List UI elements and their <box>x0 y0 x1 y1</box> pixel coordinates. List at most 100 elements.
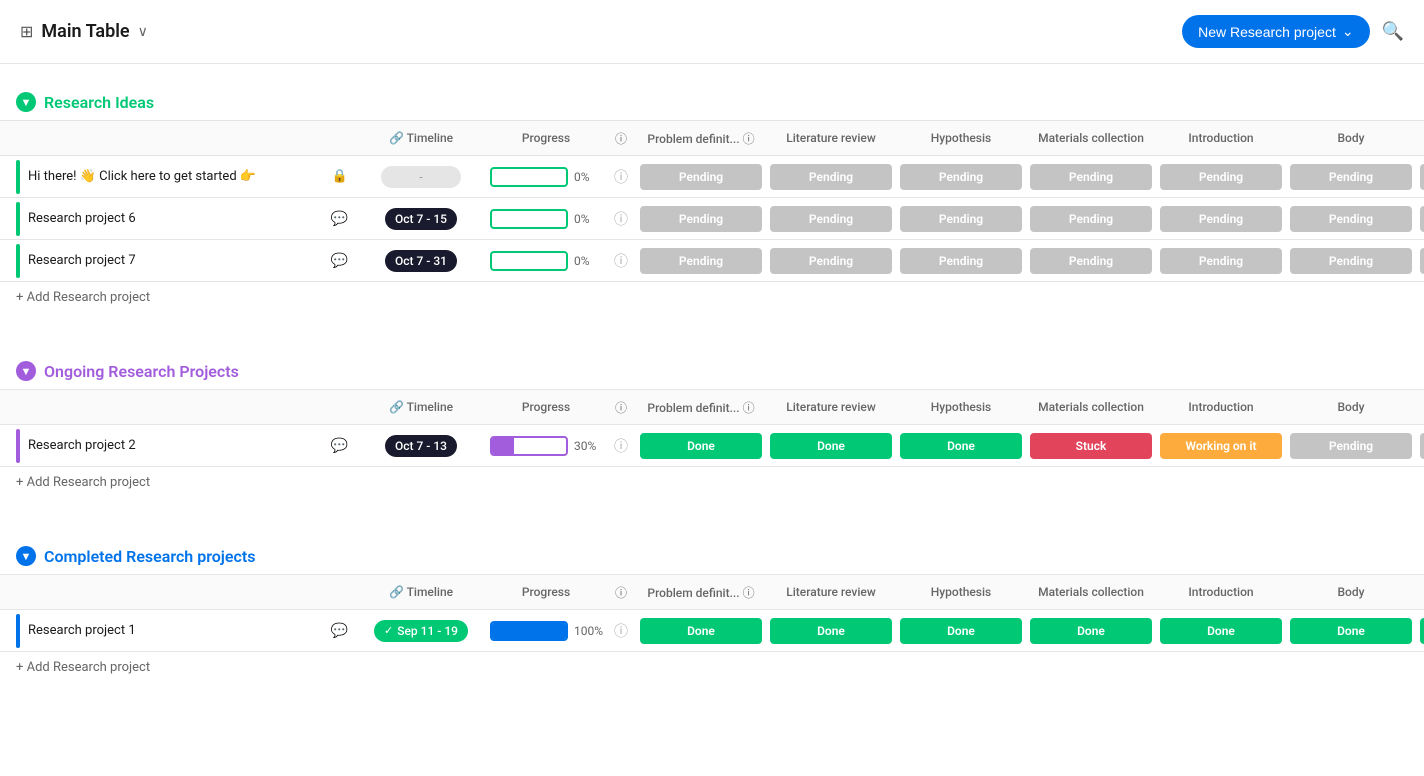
info-icon-rp7[interactable]: ⓘ <box>614 251 628 271</box>
status-cell-rp6-1[interactable]: Pending <box>766 204 896 234</box>
col-header-7: Materials collection <box>1026 579 1156 605</box>
status-cell-hi-there-6[interactable]: Pending <box>1416 162 1424 192</box>
add-row-research-ideas[interactable]: + Add Research project <box>0 282 1424 313</box>
group-indicator-ongoing[interactable]: ▼ <box>16 361 36 381</box>
row-name-text-rp6[interactable]: Research project 6 <box>28 211 323 226</box>
add-row-ongoing[interactable]: + Add Research project <box>0 467 1424 498</box>
new-research-project-button[interactable]: New Research project ⌄ <box>1182 15 1369 48</box>
status-cell-rp6-6[interactable]: Pending <box>1416 204 1424 234</box>
col-header-3: ⓘ <box>606 393 636 422</box>
add-row-completed[interactable]: + Add Research project <box>0 652 1424 683</box>
status-badge-rp2-3: Stuck <box>1030 433 1152 459</box>
table-row-rp1: Research project 1💬✓ Sep 11 - 19100%ⓘDon… <box>0 610 1424 652</box>
search-icon[interactable]: 🔍 <box>1382 21 1404 42</box>
status-badge-rp1-1: Done <box>770 618 892 644</box>
row-name-text-hi-there[interactable]: Hi there! 👋 Click here to get started 👉 <box>28 169 324 184</box>
status-badge-hi-there-6: Pending <box>1420 164 1424 190</box>
row-name-cell-rp2: Research project 2 💬 <box>16 429 356 463</box>
col-header-2: Progress <box>486 394 606 420</box>
group-section-completed: ▼Completed Research projects🔗 TimelinePr… <box>0 538 1424 683</box>
group-indicator-completed[interactable]: ▼ <box>16 546 36 566</box>
table-row-rp2: Research project 2💬Oct 7 - 1330%ⓘDoneDon… <box>0 425 1424 467</box>
status-badge-rp7-5: Pending <box>1290 248 1412 274</box>
info-icon-cell-rp7: ⓘ <box>606 251 636 271</box>
col-header-9: Body <box>1286 394 1416 420</box>
header-chevron-icon[interactable]: ∨ <box>138 24 148 40</box>
timeline-cell-rp7[interactable]: Oct 7 - 31 <box>356 250 486 272</box>
col-header-10: Conclusions <box>1416 579 1424 605</box>
status-cell-rp1-5[interactable]: Done <box>1286 616 1416 646</box>
col-headers-research-ideas: 🔗 TimelineProgressⓘProblem definit... ⓘL… <box>0 120 1424 156</box>
row-comment-icon-rp7[interactable]: 💬 <box>331 253 348 269</box>
row-name-text-rp7[interactable]: Research project 7 <box>28 253 323 268</box>
info-icon-hi-there[interactable]: ⓘ <box>614 167 628 187</box>
info-icon-rp6[interactable]: ⓘ <box>614 209 628 229</box>
status-badge-hi-there-5: Pending <box>1290 164 1412 190</box>
row-color-bar-rp2 <box>16 429 20 463</box>
row-info-icon-hi-there[interactable]: 🔒 <box>332 169 348 184</box>
group-indicator-research-ideas[interactable]: ▼ <box>16 92 36 112</box>
status-cell-hi-there-2[interactable]: Pending <box>896 162 1026 192</box>
info-icon-rp2[interactable]: ⓘ <box>614 436 628 456</box>
status-cell-rp6-4[interactable]: Pending <box>1156 204 1286 234</box>
row-comment-icon-rp6[interactable]: 💬 <box>331 211 348 227</box>
timeline-cell-rp6[interactable]: Oct 7 - 15 <box>356 208 486 230</box>
status-cell-rp1-2[interactable]: Done <box>896 616 1026 646</box>
status-cell-rp1-3[interactable]: Done <box>1026 616 1156 646</box>
status-badge-rp6-1: Pending <box>770 206 892 232</box>
status-cell-rp7-3[interactable]: Pending <box>1026 246 1156 276</box>
col-header-3: ⓘ <box>606 578 636 607</box>
status-cell-rp7-4[interactable]: Pending <box>1156 246 1286 276</box>
status-cell-rp2-6[interactable]: Pending <box>1416 431 1424 461</box>
progress-cell-rp6: 0% <box>486 209 606 229</box>
timeline-cell-rp2[interactable]: Oct 7 - 13 <box>356 435 486 457</box>
timeline-cell-rp1[interactable]: ✓ Sep 11 - 19 <box>356 620 486 642</box>
progress-bar-wrap-rp2 <box>490 436 568 456</box>
status-cell-rp1-1[interactable]: Done <box>766 616 896 646</box>
status-cell-hi-there-0[interactable]: Pending <box>636 162 766 192</box>
status-cell-hi-there-1[interactable]: Pending <box>766 162 896 192</box>
status-badge-rp6-6: Pending <box>1420 206 1424 232</box>
status-cell-rp7-2[interactable]: Pending <box>896 246 1026 276</box>
status-cell-rp1-4[interactable]: Done <box>1156 616 1286 646</box>
timeline-badge-rp2: Oct 7 - 13 <box>385 435 457 457</box>
status-cell-rp6-3[interactable]: Pending <box>1026 204 1156 234</box>
status-cell-rp2-3[interactable]: Stuck <box>1026 431 1156 461</box>
status-cell-rp7-6[interactable]: Pending <box>1416 246 1424 276</box>
group-section-research-ideas: ▼ Research Ideas 🔗 TimelineProgressⓘProble… <box>0 84 1424 313</box>
status-cell-rp2-2[interactable]: Done <box>896 431 1026 461</box>
status-cell-rp7-5[interactable]: Pending <box>1286 246 1416 276</box>
progress-pct-rp2: 30% <box>574 439 602 453</box>
status-cell-rp2-0[interactable]: Done <box>636 431 766 461</box>
row-name-text-rp1[interactable]: Research project 1 <box>28 623 323 638</box>
status-cell-rp2-1[interactable]: Done <box>766 431 896 461</box>
status-cell-rp6-5[interactable]: Pending <box>1286 204 1416 234</box>
col-header-5: Literature review <box>766 579 896 605</box>
status-cell-rp1-0[interactable]: Done <box>636 616 766 646</box>
header-left: ⊞ Main Table ∨ <box>20 21 148 42</box>
status-badge-hi-there-0: Pending <box>640 164 762 190</box>
status-badge-rp7-2: Pending <box>900 248 1022 274</box>
col-header-1: 🔗 Timeline <box>356 579 486 605</box>
status-badge-rp2-2: Done <box>900 433 1022 459</box>
timeline-cell-hi-there[interactable]: - <box>356 166 486 188</box>
status-cell-hi-there-3[interactable]: Pending <box>1026 162 1156 192</box>
status-cell-rp6-0[interactable]: Pending <box>636 204 766 234</box>
status-cell-hi-there-4[interactable]: Pending <box>1156 162 1286 192</box>
row-comment-icon-rp1[interactable]: 💬 <box>331 623 348 639</box>
row-color-bar-rp7 <box>16 244 20 278</box>
status-cell-rp7-1[interactable]: Pending <box>766 246 896 276</box>
status-cell-rp1-6[interactable]: Done <box>1416 616 1424 646</box>
status-cell-rp7-0[interactable]: Pending <box>636 246 766 276</box>
col-header-0 <box>16 401 356 413</box>
group-name-research-ideas: Research Ideas <box>44 93 154 112</box>
status-cell-rp2-5[interactable]: Pending <box>1286 431 1416 461</box>
status-cell-rp2-4[interactable]: Working on it <box>1156 431 1286 461</box>
progress-cell-rp7: 0% <box>486 251 606 271</box>
row-comment-icon-rp2[interactable]: 💬 <box>331 438 348 454</box>
info-icon-rp1[interactable]: ⓘ <box>614 621 628 641</box>
status-cell-rp6-2[interactable]: Pending <box>896 204 1026 234</box>
row-name-text-rp2[interactable]: Research project 2 <box>28 438 323 453</box>
status-cell-hi-there-5[interactable]: Pending <box>1286 162 1416 192</box>
new-project-chevron-icon: ⌄ <box>1342 23 1354 40</box>
